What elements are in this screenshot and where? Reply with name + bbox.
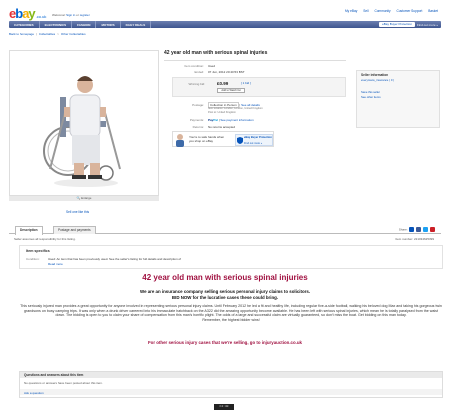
buyer-protection-badge[interactable]: eBay Buyer Protection — [379, 22, 415, 27]
add-to-watch-list-button[interactable]: Add to Watch list — [217, 88, 245, 93]
shield-icon — [237, 137, 243, 144]
ebay-logo[interactable]: ebay.co.uk — [9, 6, 46, 21]
buyer-protection-badge-box[interactable]: eBay Buyer Protection Find out more » — [235, 134, 273, 146]
ask-question-link[interactable]: Ask a question — [20, 389, 442, 395]
facebook-icon[interactable] — [416, 227, 422, 232]
back-to-homepage-link[interactable]: Back to homepage — [9, 32, 34, 36]
price-panel: Winning bid: £0.99 [ 1 bid ] Add to Watc… — [172, 77, 346, 97]
nav-fashion[interactable]: FASHION — [72, 21, 97, 28]
page: ebay.co.uk Welcome! Sign in or register … — [6, 6, 444, 406]
description-intro: We are an insurance company selling seri… — [140, 289, 310, 294]
payment-info-link[interactable]: See payment information — [220, 118, 253, 122]
twitter-icon[interactable] — [423, 227, 429, 232]
magnifier-icon: 🔍 — [76, 196, 81, 200]
see-other-items-link[interactable]: See other items — [361, 95, 381, 99]
item-info-box: Item condition: Used Ended: 07 Jun, 2012… — [164, 60, 346, 147]
save-seller-link[interactable]: Save this seller — [361, 90, 380, 94]
breadcrumb: Back to homepage | Collectables > Other Coll… — [9, 32, 86, 36]
nav-daily-deals[interactable]: DAILY DEALS — [121, 21, 152, 28]
winning-bid-price: £0.99 — [217, 81, 229, 86]
description-call-to-action: BID NOW for the lucrative cases these co… — [171, 295, 279, 300]
seller-name-link[interactable]: everymans_insurance ( 0 ) — [361, 78, 394, 82]
item-tabs: Description Postage and payments Share: — [9, 223, 441, 235]
register-link[interactable]: register — [80, 13, 90, 17]
enlarge-button[interactable]: 🔍 Enlarge — [9, 196, 159, 201]
top-link-my-ebay[interactable]: My eBay — [345, 9, 357, 13]
sell-one-like-this-link[interactable]: Sell one like this — [66, 210, 89, 214]
seller-info-box: Seller information everymans_insurance (… — [356, 70, 440, 128]
tab-description[interactable]: Description — [15, 226, 43, 235]
buyer-protection-box: You're to safe hands when you shop on eB… — [172, 131, 274, 147]
welcome-text: Welcome! Sign in or register — [52, 13, 90, 17]
top-link-support[interactable]: Customer Support — [396, 9, 422, 13]
description-footer: For other serious injury cases that we'r… — [147, 340, 303, 345]
breadcrumb-item[interactable]: Collectables — [39, 32, 55, 36]
top-link-sell[interactable]: Sell — [363, 9, 368, 13]
sign-in-link[interactable]: Sign in — [66, 13, 75, 17]
read-more-link[interactable]: Read more — [48, 262, 63, 266]
category-navbar: CATEGORIES ELECTRONICS FASHION MOTORS DA… — [9, 21, 441, 28]
tab-postage-and-payments[interactable]: Postage and payments — [53, 226, 96, 234]
item-image[interactable] — [9, 50, 159, 196]
item-title: 42 year old man with serious spinal inju… — [164, 50, 268, 56]
man-in-wheelchair-photo — [43, 76, 121, 187]
email-share-icon[interactable] — [409, 227, 415, 232]
description-body: This seriously injured man provides a gr… — [20, 304, 442, 322]
footer-tag: C4:40 — [214, 404, 234, 410]
item-specifics-box: Item specifics Condition: Used: An item … — [19, 245, 443, 269]
nav-motors[interactable]: MOTORS — [96, 21, 121, 28]
nav-electronics[interactable]: ELECTRONICS — [40, 21, 73, 28]
breadcrumb-item[interactable]: Other Collectables — [61, 32, 86, 36]
nav-categories[interactable]: CATEGORIES — [9, 21, 40, 28]
top-link-basket[interactable]: Basket — [428, 9, 438, 13]
pinterest-icon[interactable] — [430, 227, 435, 232]
description-title: 42 year old man with serious spinal inju… — [142, 273, 308, 282]
top-link-community[interactable]: Community — [374, 9, 390, 13]
person-icon — [176, 134, 184, 147]
bid-count-link[interactable]: [ 1 bid ] — [241, 81, 251, 85]
item-number: Item number: 221034625399 — [395, 237, 434, 241]
find-out-more-link[interactable]: Find out more » — [417, 23, 438, 27]
share-bar: Share: — [399, 227, 435, 232]
top-links: My eBay Sell Community Customer Support … — [340, 9, 438, 13]
questions-answers-box: Questions and answers about this item No… — [19, 371, 443, 398]
seller-assumes-text: Seller assumes all responsibility for th… — [14, 237, 76, 241]
paypal-logo: PayPal — [208, 118, 218, 122]
